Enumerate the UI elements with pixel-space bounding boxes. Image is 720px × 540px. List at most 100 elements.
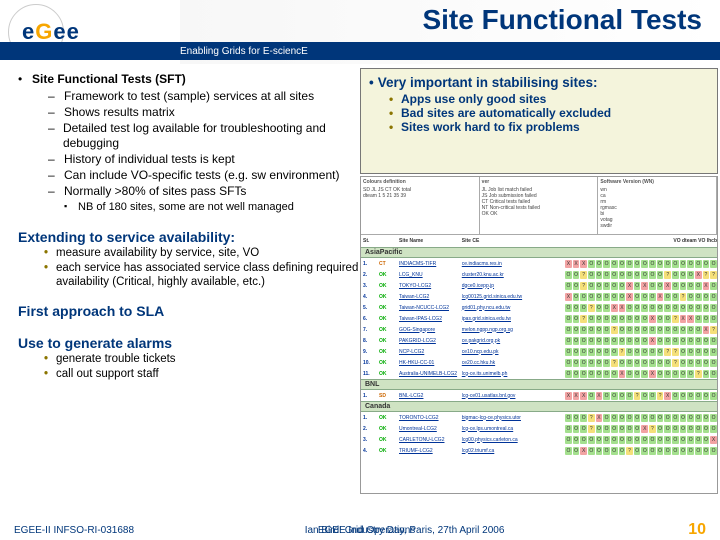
matrix-row: 2.OKLCG_KNUcluster20.knu.ac.krOO?OOOOOOO… <box>361 269 717 280</box>
row-ce: lcg00125.grid.sinica.edu.tw <box>462 294 563 300</box>
row-idx: 10. <box>363 360 377 366</box>
dash-item: Shows results matrix <box>64 105 175 120</box>
matrix-cell: O <box>603 370 610 378</box>
matrix-cell: O <box>680 304 687 312</box>
matrix-cell: O <box>672 370 679 378</box>
matrix-cell: O <box>619 326 626 334</box>
matrix-cell: O <box>641 260 648 268</box>
matrix-row: 4.OKTRIUMF-LCG2lcg02.triumf.caOOXOOOOO?O… <box>361 445 717 456</box>
callout-lead-text: Very important in stabilising sites: <box>378 75 598 90</box>
matrix-row: 1.OKTORONTO-LCG2bigmac-lcg-ce.physics.ut… <box>361 412 717 423</box>
matrix-cell: O <box>680 436 687 444</box>
matrix-cell: O <box>687 436 694 444</box>
matrix-cell: O <box>565 304 572 312</box>
row-site: TOKYO-LCG2 <box>399 283 460 289</box>
matrix-cell: O <box>580 293 587 301</box>
matrix-cell: O <box>611 392 618 400</box>
matrix-thead: St. Site Name Site CE VO dteam VO lhcb <box>361 235 717 247</box>
matrix-cell: O <box>710 293 717 301</box>
matrix-row: 3.OKTOKYO-LCG2dgce0.icepp.jpOO?OOOOOXOXO… <box>361 280 717 291</box>
matrix-row: 1.SDBNL-LCG2lcg-ce01.usatlas.bnl.govXXXO… <box>361 390 717 401</box>
matrix-cell: O <box>603 271 610 279</box>
small-bullet-icon: • <box>44 261 56 290</box>
matrix-cell: O <box>641 370 648 378</box>
matrix-cell: O <box>649 392 656 400</box>
matrix-cell: O <box>619 337 626 345</box>
matrix-cell: O <box>672 293 679 301</box>
matrix-cell: X <box>619 370 626 378</box>
matrix-cell: ? <box>588 414 595 422</box>
row-site: HK-HKU-CC-01 <box>399 360 460 366</box>
matrix-cell: O <box>588 282 595 290</box>
matrix-cell: O <box>611 348 618 356</box>
matrix-cell: O <box>619 359 626 367</box>
matrix-cell: O <box>603 304 610 312</box>
matrix-row: 4.OKTaiwan-LCG2lcg00125.grid.sinica.edu.… <box>361 291 717 302</box>
matrix-cell: O <box>687 370 694 378</box>
matrix-cell: O <box>634 260 641 268</box>
matrix-row: 5.OKTaiwan-NCUCC-LCG2grid01.phy.ncu.edu.… <box>361 302 717 313</box>
small-bullet-icon: • <box>44 246 56 260</box>
matrix-cell: O <box>626 348 633 356</box>
matrix-cell: O <box>664 425 671 433</box>
th-site: Site Name <box>399 238 460 244</box>
matrix-cell: O <box>588 260 595 268</box>
matrix-cell: X <box>596 392 603 400</box>
logo-letter-e2: e <box>53 19 66 44</box>
slide: eGee Site Functional Tests Enabling Grid… <box>0 0 720 540</box>
th-idx: St. <box>363 238 377 244</box>
matrix-cell: O <box>611 315 618 323</box>
matrix-cell: O <box>626 315 633 323</box>
row-cells: OOOOOO?OOOOOOO?OOOOO <box>565 359 717 367</box>
matrix-cell: O <box>611 337 618 345</box>
matrix-cell: O <box>710 447 717 455</box>
matrix-cell: O <box>611 282 618 290</box>
matrix-cell: O <box>611 436 618 444</box>
matrix-cell: ? <box>649 425 656 433</box>
matrix-cell: O <box>611 271 618 279</box>
matrix-cell: X <box>580 260 587 268</box>
matrix-cell: O <box>649 293 656 301</box>
callout-bullet: Bad sites are automatically excluded <box>401 106 611 120</box>
row-status: OK <box>379 272 397 278</box>
matrix-cell: O <box>580 359 587 367</box>
callout-bullet: Apps use only good sites <box>401 92 546 106</box>
row-ce: lcg-ce01.usatlas.bnl.gov <box>462 393 563 399</box>
matrix-cell: O <box>588 359 595 367</box>
matrix-cell: O <box>619 271 626 279</box>
matrix-cell: O <box>703 348 710 356</box>
matrix-cell: O <box>619 293 626 301</box>
matrix-cell: ? <box>703 271 710 279</box>
matrix-cell: ? <box>580 315 587 323</box>
callout-lead: •Very important in stabilising sites: <box>369 75 709 90</box>
row-cells: OOO?OOOOOOX?OOOOOOOO <box>565 425 717 433</box>
matrix-cell: O <box>703 337 710 345</box>
matrix-cell: O <box>603 436 610 444</box>
matrix-cell: O <box>649 359 656 367</box>
matrix-cell: O <box>687 282 694 290</box>
matrix-cell: O <box>565 370 572 378</box>
matrix-cell: ? <box>626 447 633 455</box>
matrix-cell: O <box>687 392 694 400</box>
small-bullet-icon: • <box>44 367 56 381</box>
matrix-cell: O <box>680 447 687 455</box>
matrix-cell: X <box>611 304 618 312</box>
rows-asiapacific: 1.CTINDIACMS-TIFRce.indiacms.res.inXXXOO… <box>361 258 717 379</box>
matrix-cell: O <box>603 282 610 290</box>
matrix-cell: O <box>588 315 595 323</box>
matrix-cell: O <box>596 282 603 290</box>
row-site: BNL-LCG2 <box>399 393 460 399</box>
matrix-cell: X <box>664 282 671 290</box>
small-bullet-icon: • <box>389 106 401 120</box>
matrix-cell: O <box>573 425 580 433</box>
matrix-legend: Colours definition SD JL JS CT OK total … <box>361 177 717 235</box>
matrix-cell: O <box>596 315 603 323</box>
matrix-cell: ? <box>680 293 687 301</box>
row-idx: 4. <box>363 294 377 300</box>
matrix-cell: O <box>596 260 603 268</box>
row-ce: ce20.cc.hku.hk <box>462 360 563 366</box>
matrix-cell: O <box>657 414 664 422</box>
matrix-cell: O <box>649 436 656 444</box>
matrix-cell: ? <box>580 271 587 279</box>
matrix-cell: O <box>687 326 694 334</box>
